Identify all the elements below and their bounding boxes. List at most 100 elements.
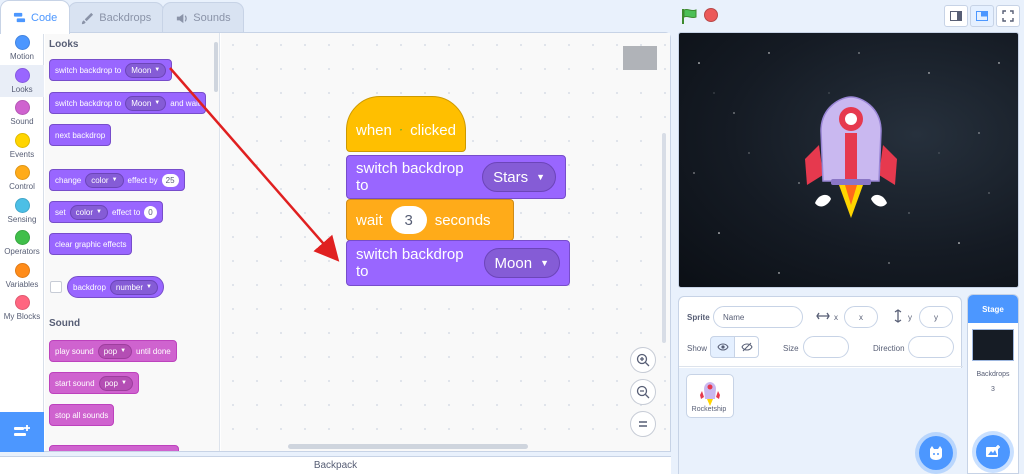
category-operators[interactable]: Operators <box>0 227 44 260</box>
stage-size-controls <box>944 5 1020 27</box>
caret-down-icon: ▼ <box>536 172 545 182</box>
speaker-icon <box>177 13 188 23</box>
sprite-name-field[interactable]: Name <box>713 306 803 328</box>
block-text: effect to <box>111 207 141 217</box>
show-sprite-button[interactable] <box>710 336 735 358</box>
tab-backdrops[interactable]: Backdrops <box>68 2 165 33</box>
when-flag-clicked-block[interactable]: when clicked <box>346 96 466 152</box>
sound-block-partial[interactable] <box>49 445 179 451</box>
x-position-field[interactable]: x <box>844 306 878 328</box>
stop-all-sounds-block[interactable]: stop all sounds <box>49 404 115 426</box>
backdrop-dropdown[interactable]: Moon ▼ <box>125 95 167 111</box>
add-extension-button[interactable] <box>0 412 44 452</box>
wait-seconds-block[interactable]: wait 3 seconds <box>346 199 514 241</box>
choose-sprite-button[interactable] <box>919 436 953 470</box>
caret-down-icon: ▼ <box>154 100 161 106</box>
backdrop-dropdown[interactable]: Moon ▼ <box>125 62 167 78</box>
show-label: Show <box>687 344 708 353</box>
green-flag-button[interactable] <box>680 7 698 25</box>
equals-icon <box>639 421 647 427</box>
wait-seconds-input[interactable]: 3 <box>390 206 427 234</box>
small-stage-button[interactable] <box>944 5 968 27</box>
block-palette: Looks switch backdrop to Moon ▼ switch ba… <box>45 33 220 451</box>
rocketship-sprite <box>805 96 897 218</box>
hide-sprite-button[interactable] <box>734 336 759 358</box>
image-add-icon <box>986 445 1000 457</box>
effect-value-input[interactable]: 25 <box>161 173 179 187</box>
category-label: Operators <box>4 247 40 257</box>
play-sound-until-done-block[interactable]: play sound pop ▼ until done <box>49 340 177 362</box>
operators-dot-icon <box>14 230 30 246</box>
category-motion[interactable]: Motion <box>0 32 44 65</box>
category-sensing[interactable]: Sensing <box>0 195 44 228</box>
dropdown-value: Moon <box>494 254 533 272</box>
dropdown-value: Moon <box>131 98 152 108</box>
effect-dropdown[interactable]: color ▼ <box>69 204 108 220</box>
block-text: when <box>356 121 392 139</box>
eye-off-icon <box>740 342 753 352</box>
effect-dropdown[interactable]: color ▼ <box>85 172 124 188</box>
next-backdrop-block[interactable]: next backdrop <box>49 124 112 146</box>
tab-sounds[interactable]: Sounds <box>162 2 244 33</box>
direction-field[interactable] <box>908 336 954 358</box>
dropdown-value: pop <box>103 346 118 356</box>
category-variables[interactable]: Variables <box>0 260 44 293</box>
script-vertical-scrollbar[interactable] <box>662 133 666 343</box>
backdrop-dropdown[interactable]: Moon ▼ <box>483 248 560 278</box>
category-my-blocks[interactable]: My Blocks <box>0 292 44 325</box>
stage-target-pane[interactable]: Stage Backdrops 3 <box>967 294 1019 474</box>
switch-backdrop-and-wait-block[interactable]: switch backdrop to Moon ▼ and wait <box>49 92 207 114</box>
looks-heading: Looks <box>49 39 79 50</box>
zoom-in-button[interactable] <box>630 347 656 373</box>
set-effect-block[interactable]: set color ▼ effect to 0 <box>49 201 163 223</box>
zoom-out-button[interactable] <box>630 379 656 405</box>
caret-down-icon: ▼ <box>146 284 152 290</box>
sound-dropdown[interactable]: pop ▼ <box>97 343 133 359</box>
backdrop-reporter-checkbox[interactable] <box>50 281 62 293</box>
category-sound[interactable]: Sound <box>0 97 44 130</box>
category-label: Looks <box>11 84 33 94</box>
y-position-field[interactable]: y <box>919 306 953 328</box>
category-control[interactable]: Control <box>0 162 44 195</box>
caret-down-icon: ▼ <box>96 209 102 215</box>
switch-backdrop-block[interactable]: switch backdrop to Moon ▼ <box>49 59 173 81</box>
block-text: switch backdrop to <box>356 246 464 280</box>
backdrop-dropdown[interactable]: Stars ▼ <box>482 162 556 192</box>
effect-value-input[interactable]: 0 <box>144 205 157 219</box>
caret-down-icon: ▼ <box>540 258 549 268</box>
category-looks[interactable]: Looks <box>0 64 44 97</box>
sound-dropdown[interactable]: pop ▼ <box>98 375 133 391</box>
script-horizontal-scrollbar[interactable] <box>288 444 528 449</box>
zoom-reset-button[interactable] <box>630 411 656 437</box>
switch-backdrop-moon-block[interactable]: switch backdrop to Moon ▼ <box>346 240 570 286</box>
block-text: wait <box>356 211 383 229</box>
block-text: backdrop <box>73 282 106 292</box>
clear-graphic-effects-block[interactable]: clear graphic effects <box>49 233 133 255</box>
tab-code[interactable]: Code <box>0 0 71 34</box>
backdrop-reporter-dropdown[interactable]: number ▼ <box>109 279 158 295</box>
large-stage-button[interactable] <box>970 5 994 27</box>
choose-backdrop-button[interactable] <box>976 435 1010 469</box>
backdrop-reporter-block[interactable]: backdrop number ▼ <box>67 276 164 298</box>
block-text: clicked <box>410 121 456 139</box>
size-field[interactable] <box>803 336 849 358</box>
start-sound-block[interactable]: start sound pop ▼ <box>49 372 139 394</box>
stop-button[interactable] <box>704 8 718 22</box>
change-effect-block[interactable]: change color ▼ effect by 25 <box>49 169 185 191</box>
block-text: set <box>55 207 66 217</box>
stage-header: Stage <box>968 295 1018 323</box>
category-events[interactable]: Events <box>0 130 44 163</box>
backpack-bar[interactable]: Backpack <box>0 456 671 474</box>
small-stage-icon <box>950 11 962 21</box>
switch-backdrop-stars-block[interactable]: switch backdrop to Stars ▼ <box>346 155 566 199</box>
size-label: Size <box>783 344 799 353</box>
backdrops-count: 3 <box>991 386 995 393</box>
stage-canvas[interactable] <box>678 32 1019 288</box>
sprite-label: Sprite <box>687 313 710 322</box>
script-area[interactable]: when clicked switch backdrop to Stars ▼ w… <box>221 33 670 451</box>
sprite-thumbnail-indicator <box>623 46 657 70</box>
palette-scrollbar[interactable] <box>214 42 218 92</box>
control-dot-icon <box>14 165 30 181</box>
fullscreen-button[interactable] <box>996 5 1020 27</box>
category-menu: Motion Looks Sound Events Control Sensin… <box>0 32 44 452</box>
